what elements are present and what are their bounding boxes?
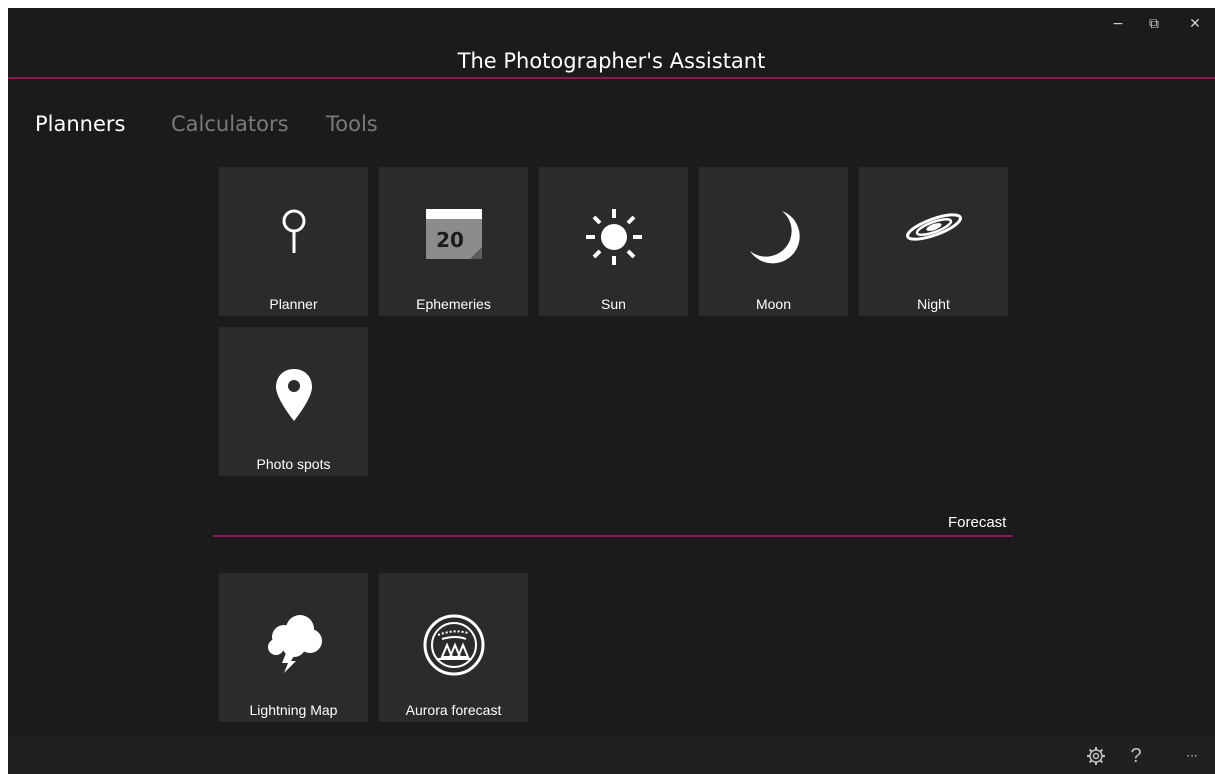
tile-sun[interactable]: Sun xyxy=(539,167,688,316)
title-divider xyxy=(8,77,1215,79)
pin-outline-icon xyxy=(219,167,368,277)
map-pin-icon xyxy=(219,327,368,437)
tab-planners[interactable]: Planners xyxy=(35,110,125,138)
tile-planner[interactable]: Planner xyxy=(219,167,368,316)
close-button[interactable]: ✕ xyxy=(1175,12,1215,36)
calendar-day-text: 20 xyxy=(436,228,464,252)
more-button[interactable]: ··· xyxy=(1172,741,1212,771)
tile-label: Planner xyxy=(269,296,318,312)
tile-night[interactable]: Night xyxy=(859,167,1008,316)
tile-aurora-forecast[interactable]: Aurora forecast xyxy=(379,573,528,722)
tile-ephemeries[interactable]: 20 Ephemeries xyxy=(379,167,528,316)
bottom-app-bar: ? ··· xyxy=(8,737,1215,774)
gear-icon xyxy=(1087,747,1105,765)
settings-button[interactable] xyxy=(1076,741,1116,771)
restore-button[interactable]: ⧉ xyxy=(1134,12,1174,36)
galaxy-icon xyxy=(859,167,1008,277)
help-button[interactable]: ? xyxy=(1116,741,1156,771)
tile-label: Sun xyxy=(601,296,626,312)
tile-photo-spots[interactable]: Photo spots xyxy=(219,327,368,476)
tile-label: Night xyxy=(917,296,950,312)
aurora-icon xyxy=(379,573,528,683)
calendar-icon: 20 xyxy=(379,167,528,277)
app-title: The Photographer's Assistant xyxy=(457,49,766,73)
tile-label: Photo spots xyxy=(256,456,331,472)
storm-cloud-icon xyxy=(219,573,368,683)
minimize-button[interactable]: − xyxy=(1098,12,1138,36)
tile-moon[interactable]: Moon xyxy=(699,167,848,316)
tile-lightning-map[interactable]: Lightning Map xyxy=(219,573,368,722)
sun-icon xyxy=(539,167,688,277)
section-header-forecast: Forecast xyxy=(948,514,1007,531)
tab-tools[interactable]: Tools xyxy=(326,110,378,138)
moon-icon xyxy=(699,167,848,277)
section-divider xyxy=(213,535,1013,537)
tile-label: Aurora forecast xyxy=(405,702,502,718)
tile-label: Lightning Map xyxy=(249,702,338,718)
tile-label: Ephemeries xyxy=(416,296,491,312)
title-bar: − ⧉ ✕ The Photographer's Assistant xyxy=(8,8,1215,79)
tile-label: Moon xyxy=(755,296,792,312)
tab-calculators[interactable]: Calculators xyxy=(171,110,289,138)
app-window: − ⧉ ✕ The Photographer's Assistant Plann… xyxy=(8,8,1215,774)
